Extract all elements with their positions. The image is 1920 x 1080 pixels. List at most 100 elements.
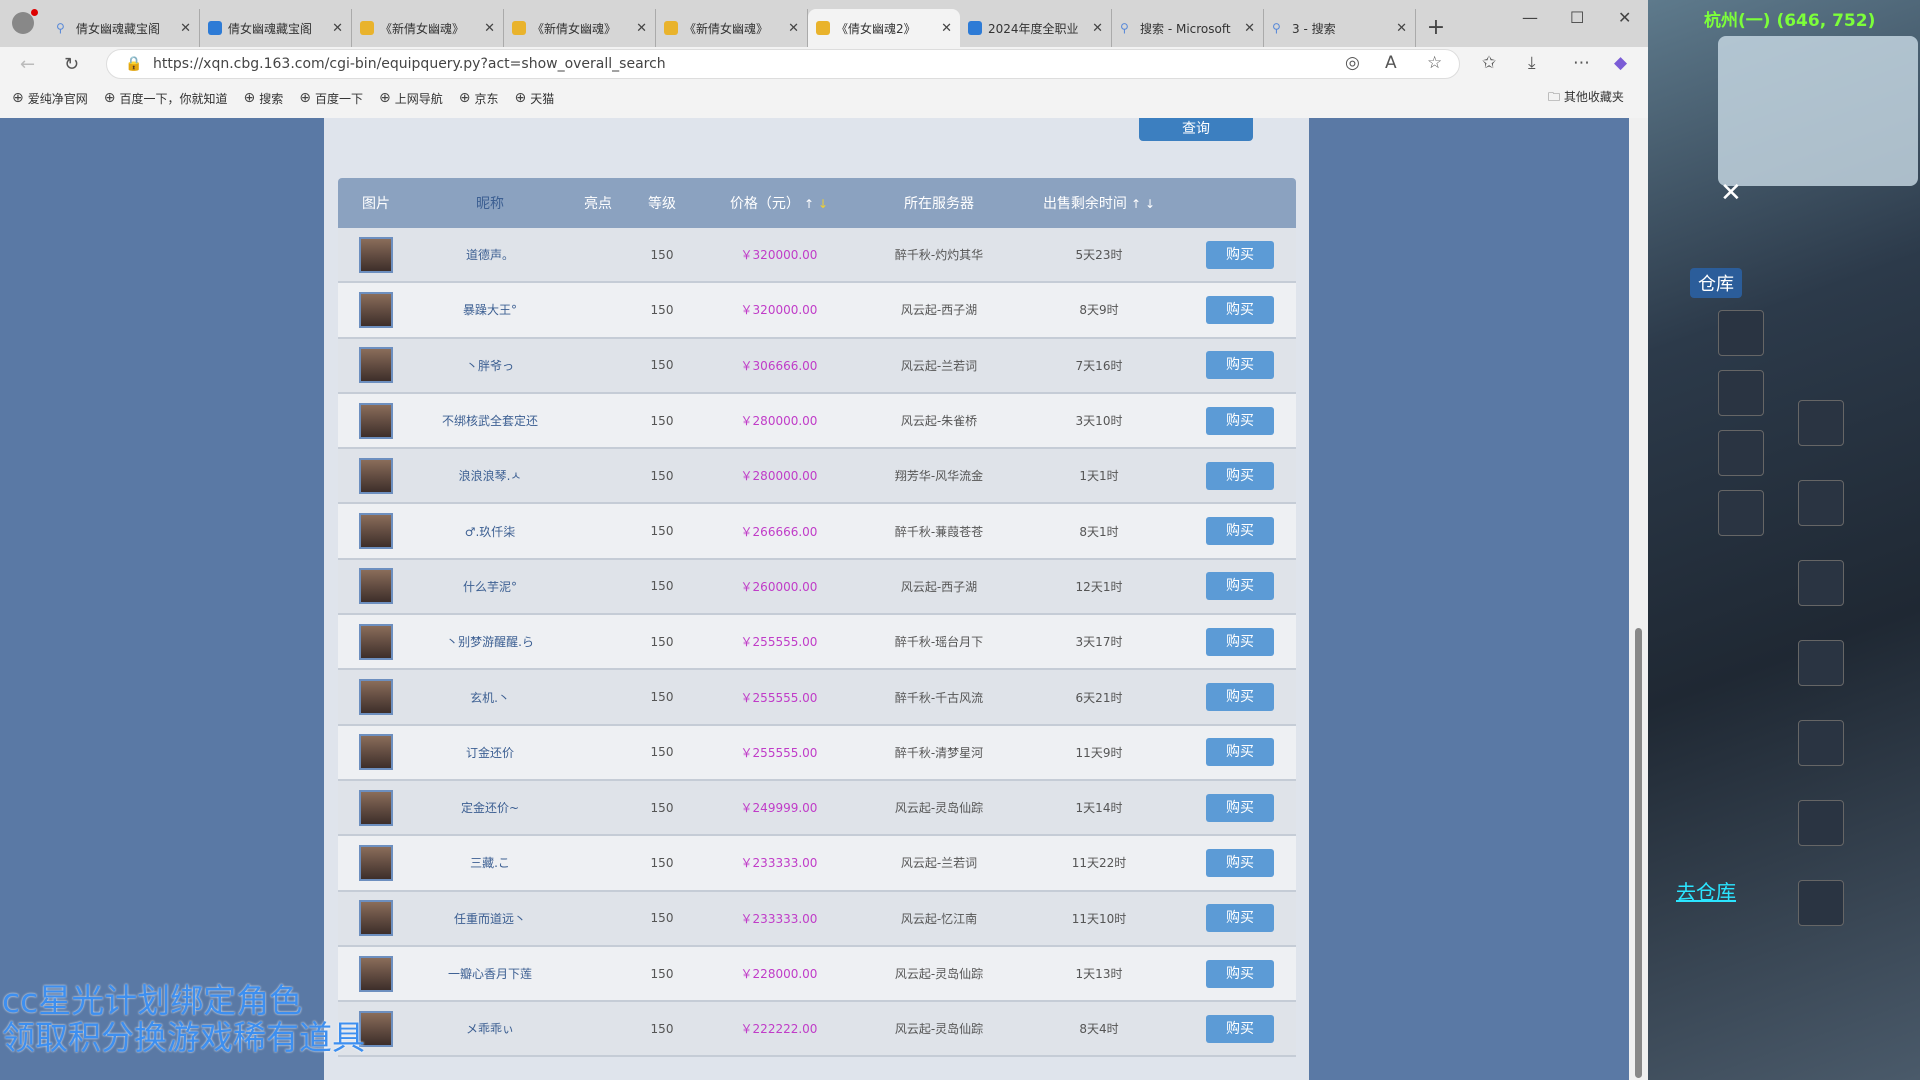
close-tab-icon[interactable]: ✕ — [332, 21, 343, 36]
item-slot[interactable] — [1718, 370, 1764, 416]
buy-button[interactable]: 购买 — [1206, 793, 1274, 822]
maximize-button[interactable]: ☐ — [1570, 8, 1584, 27]
bookmark[interactable]: ⊕ 搜索 — [244, 90, 284, 107]
favorites-icon[interactable]: ✩ — [1482, 53, 1496, 73]
close-icon[interactable]: ✕ — [1720, 178, 1742, 208]
go-warehouse-link[interactable]: 去仓库 — [1676, 876, 1736, 905]
bookmark[interactable]: ⊕ 天猫 — [515, 90, 555, 107]
skill-slot[interactable] — [1798, 640, 1844, 686]
close-tab-icon[interactable]: ✕ — [180, 21, 191, 36]
copilot-icon[interactable]: ◆ — [1614, 53, 1627, 73]
buy-button[interactable]: 购买 — [1206, 461, 1274, 490]
tab[interactable]: 2024年度全职业 ✕ — [960, 9, 1112, 47]
close-tab-icon[interactable]: ✕ — [1244, 21, 1255, 36]
nickname[interactable]: 丶胖爷っ — [414, 357, 566, 374]
tab[interactable]: ⚲ 3 - 搜索 ✕ — [1264, 9, 1416, 47]
refresh-icon[interactable]: ↻ — [64, 54, 79, 75]
nickname[interactable]: 浪浪浪琴.ㅅ — [414, 467, 566, 484]
nickname[interactable]: 暴躁大王° — [414, 301, 566, 318]
bookmark[interactable]: ⊕ 爱纯净官网 — [12, 90, 88, 107]
tab[interactable]: 《新倩女幽魂》 ✕ — [504, 9, 656, 47]
avatar[interactable] — [359, 513, 393, 550]
avatar[interactable] — [359, 457, 393, 494]
buy-button[interactable]: 购买 — [1206, 738, 1274, 767]
nickname[interactable]: 一瓣心香月下莲 — [414, 965, 566, 982]
bookmark[interactable]: ⊕ 京东 — [459, 90, 499, 107]
nickname[interactable]: 订金还价 — [414, 744, 566, 761]
tab[interactable]: ⚲ 搜索 - Microsoft ✕ — [1112, 9, 1264, 47]
bookmark[interactable]: ⊕ 上网导航 — [379, 90, 443, 107]
buy-button[interactable]: 购买 — [1206, 627, 1274, 656]
bookmark[interactable]: ⊕ 百度一下，你就知道 — [104, 90, 228, 107]
avatar[interactable] — [359, 734, 393, 771]
avatar[interactable] — [359, 900, 393, 937]
avatar[interactable] — [359, 291, 393, 328]
buy-button[interactable]: 购买 — [1206, 848, 1274, 877]
skill-slot[interactable] — [1798, 880, 1844, 926]
buy-button[interactable]: 购买 — [1206, 959, 1274, 988]
avatar[interactable] — [359, 402, 393, 439]
avatar[interactable] — [359, 347, 393, 384]
nickname[interactable]: 道德声。 — [414, 246, 566, 263]
skill-slot[interactable] — [1798, 800, 1844, 846]
more-icon[interactable]: ⋯ — [1573, 53, 1590, 73]
bookmark[interactable]: ⊕ 百度一下 — [299, 90, 363, 107]
nickname[interactable]: ♂.玖仟柒 — [414, 523, 566, 540]
sort-asc-icon[interactable]: ↑ — [804, 197, 814, 211]
query-button[interactable]: 查询 — [1139, 118, 1253, 141]
sort-desc-icon[interactable]: ↓ — [1145, 197, 1155, 211]
close-tab-icon[interactable]: ✕ — [1092, 21, 1103, 36]
close-tab-icon[interactable]: ✕ — [636, 21, 647, 36]
nickname[interactable]: 什么芋泥° — [414, 578, 566, 595]
buy-button[interactable]: 购买 — [1206, 240, 1274, 269]
translate-icon[interactable]: ◎ — [1345, 53, 1360, 73]
tab[interactable]: 《新倩女幽魂》 ✕ — [352, 9, 504, 47]
back-icon[interactable]: ← — [20, 54, 35, 75]
minimap[interactable] — [1718, 36, 1918, 186]
avatar[interactable] — [359, 568, 393, 605]
item-slot[interactable] — [1718, 490, 1764, 536]
sort-asc-icon[interactable]: ↑ — [1131, 197, 1141, 211]
skill-slot[interactable] — [1798, 720, 1844, 766]
close-tab-icon[interactable]: ✕ — [941, 21, 952, 36]
nickname[interactable]: メ乖乖ぃ — [414, 1020, 566, 1037]
warehouse-tab[interactable]: 仓库 — [1690, 268, 1742, 298]
favorite-star-icon[interactable]: ☆ — [1427, 53, 1442, 73]
nickname[interactable]: 任重而道远丶 — [414, 910, 566, 927]
scrollbar-thumb[interactable] — [1635, 628, 1642, 1078]
tab[interactable]: 《新倩女幽魂》 ✕ — [656, 9, 808, 47]
tab[interactable]: 《倩女幽魂2》 ✕ — [808, 9, 960, 47]
item-slot[interactable] — [1718, 310, 1764, 356]
close-tab-icon[interactable]: ✕ — [484, 21, 495, 36]
tab[interactable]: 倩女幽魂藏宝阁 ✕ — [200, 9, 352, 47]
avatar[interactable] — [359, 623, 393, 660]
avatar[interactable] — [359, 236, 393, 273]
read-aloud-icon[interactable]: A — [1385, 53, 1397, 73]
close-tab-icon[interactable]: ✕ — [1396, 21, 1407, 36]
sort-desc-icon[interactable]: ↓ — [818, 197, 828, 211]
download-icon[interactable]: ⤓ — [1528, 53, 1536, 73]
avatar[interactable] — [359, 844, 393, 881]
other-bookmarks[interactable]: 🗀 其他收藏夹 — [1548, 88, 1624, 109]
buy-button[interactable]: 购买 — [1206, 683, 1274, 712]
buy-button[interactable]: 购买 — [1206, 572, 1274, 601]
item-slot[interactable] — [1718, 430, 1764, 476]
buy-button[interactable]: 购买 — [1206, 1014, 1274, 1043]
nickname[interactable]: 三藏.こ — [414, 854, 566, 871]
avatar[interactable] — [359, 789, 393, 826]
buy-button[interactable]: 购买 — [1206, 295, 1274, 324]
buy-button[interactable]: 购买 — [1206, 351, 1274, 380]
nickname[interactable]: 不绑核武全套定还 — [414, 412, 566, 429]
skill-slot[interactable] — [1798, 480, 1844, 526]
minimize-button[interactable]: — — [1522, 8, 1538, 27]
scrollbar[interactable] — [1629, 118, 1648, 1080]
skill-slot[interactable] — [1798, 400, 1844, 446]
buy-button[interactable]: 购买 — [1206, 517, 1274, 546]
close-tab-icon[interactable]: ✕ — [788, 21, 799, 36]
close-window-button[interactable]: ✕ — [1618, 8, 1631, 27]
skill-slot[interactable] — [1798, 560, 1844, 606]
buy-button[interactable]: 购买 — [1206, 406, 1274, 435]
nickname[interactable]: 定金还价~ — [414, 799, 566, 816]
nickname[interactable]: 丶别梦游醒醒.ら — [414, 633, 566, 650]
tab[interactable]: ⚲ 倩女幽魂藏宝阁 ✕ — [48, 9, 200, 47]
